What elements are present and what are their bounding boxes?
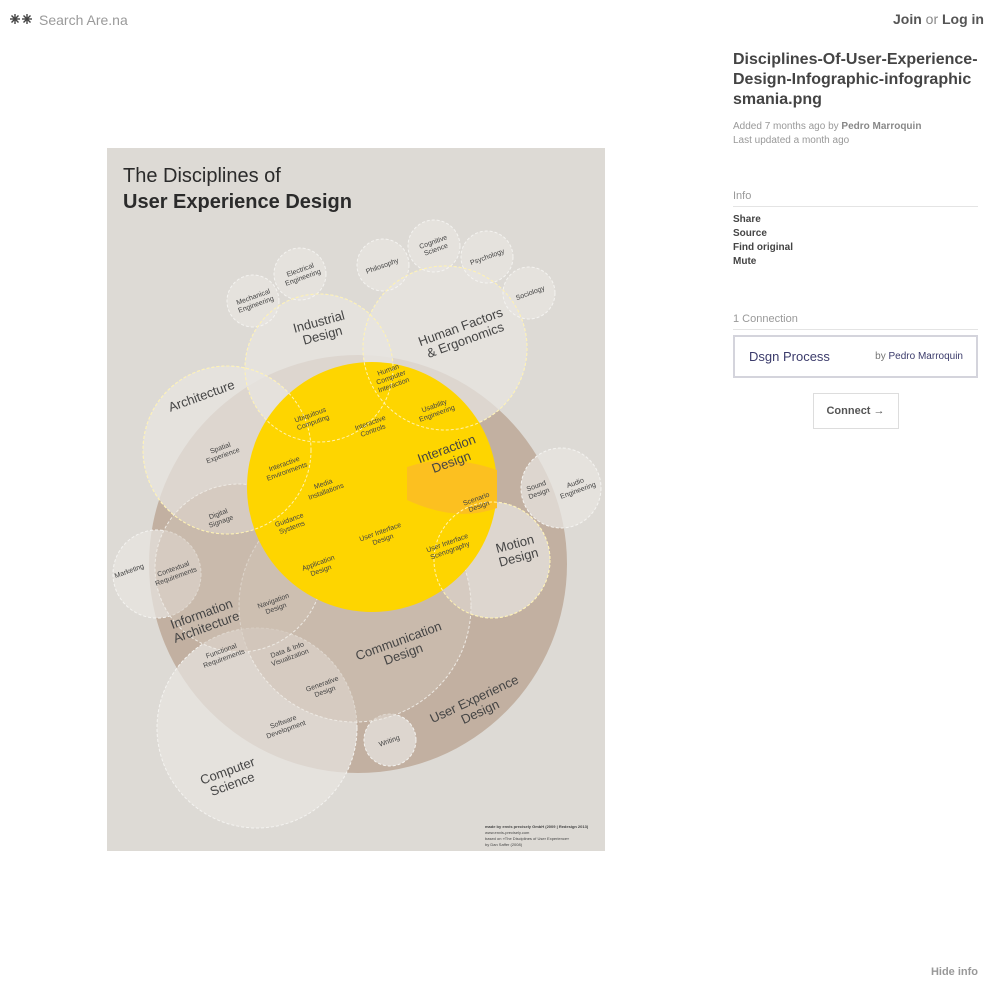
connections-heading: 1 Connection (733, 313, 978, 330)
login-link[interactable]: Log in (942, 11, 984, 27)
info-links: Share Source Find original Mute (733, 213, 978, 269)
infographic-credit-4: by Dan Saffer (2008) (485, 842, 523, 847)
block-info-sidebar: Disciplines-Of-User-Experience-Design-In… (733, 50, 978, 429)
arena-logo-icon[interactable] (9, 12, 33, 26)
infographic-image: The Disciplines of User Experience Desig… (107, 148, 605, 851)
infographic-title-line1: The Disciplines of (123, 165, 281, 187)
find-original-link[interactable]: Find original (733, 241, 978, 255)
added-text: Added 7 months ago by (733, 121, 839, 132)
info-heading: Info (733, 190, 978, 207)
hide-info-button[interactable]: Hide info (931, 966, 978, 978)
infographic-credit-3: based on »The Disciplines of User Experi… (485, 836, 570, 841)
connection-card[interactable]: Dsgn Process by Pedro Marroquin (733, 335, 978, 378)
connection-by-prefix: by (875, 351, 886, 362)
block-meta: Added 7 months ago by Pedro Marroquin La… (733, 120, 978, 148)
auth-or-text: or (925, 11, 939, 27)
search-input[interactable] (39, 10, 439, 30)
connection-title[interactable]: Dsgn Process (749, 349, 830, 364)
connection-author-link[interactable]: Pedro Marroquin (889, 351, 963, 362)
connection-author: by Pedro Marroquin (875, 351, 963, 362)
join-link[interactable]: Join (893, 11, 922, 27)
connect-button[interactable]: Connect → (812, 393, 899, 429)
updated-text: Last updated a month ago (733, 135, 850, 146)
auth-links: Join or Log in (893, 11, 984, 27)
top-bar: Join or Log in (0, 0, 1000, 40)
share-link[interactable]: Share (733, 213, 978, 227)
infographic-credit-2: www.envis-precisely.com (485, 830, 530, 835)
source-link[interactable]: Source (733, 227, 978, 241)
author-link[interactable]: Pedro Marroquin (841, 121, 921, 132)
mute-link[interactable]: Mute (733, 255, 978, 269)
infographic-credit-1: made by envis precisely GmbH (2009 | Red… (485, 824, 589, 829)
block-title: Disciplines-Of-User-Experience-Design-In… (733, 51, 978, 108)
infographic-title-line2: User Experience Design (123, 191, 352, 213)
block-image[interactable]: The Disciplines of User Experience Desig… (107, 148, 605, 851)
